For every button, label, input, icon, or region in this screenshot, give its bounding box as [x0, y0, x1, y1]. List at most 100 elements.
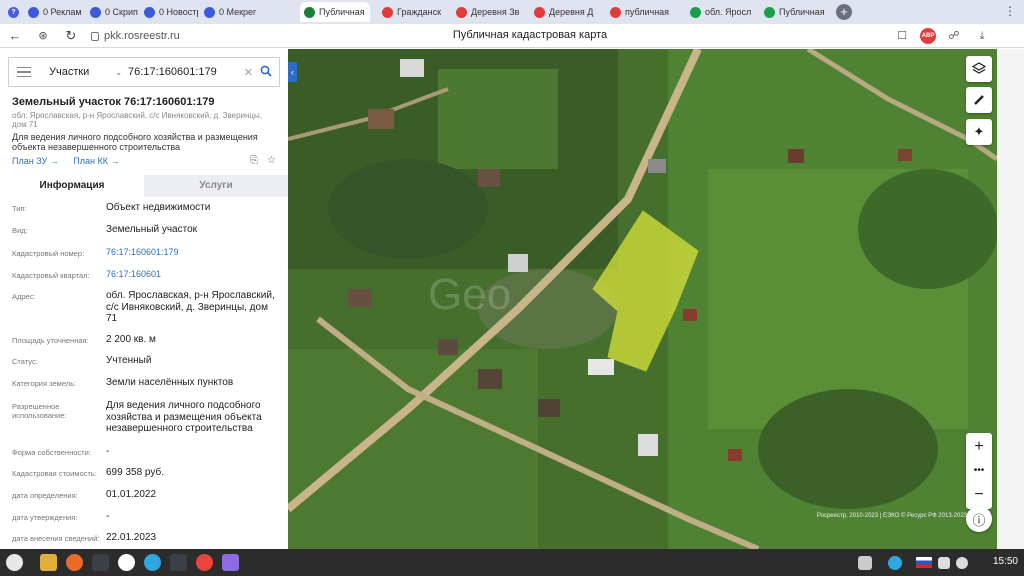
tab-information[interactable]: Информация	[0, 175, 144, 197]
app-icon[interactable]	[170, 554, 187, 571]
star-icon[interactable]: ☆	[267, 155, 276, 166]
yandex-browser-icon[interactable]	[118, 554, 135, 571]
attribute-value: 22.01.2023	[106, 532, 157, 543]
terminal-icon[interactable]	[92, 554, 109, 571]
ruler-icon	[974, 95, 984, 105]
attribute-label: Тип:	[12, 204, 27, 213]
extension-icon[interactable]: ☍	[946, 28, 962, 44]
attribute-label: дата утверждения:	[12, 513, 78, 522]
browser-tab[interactable]: публичная	[606, 2, 682, 22]
search-type-select[interactable]: Участки	[49, 66, 89, 78]
clock: 15:50	[992, 556, 1018, 567]
bookmark-icon[interactable]: ☐	[894, 28, 910, 44]
browser-tab[interactable]: Деревня Зв	[452, 2, 526, 22]
tab-label: Гражданск	[397, 7, 442, 17]
reload-icon[interactable]: ↻	[62, 27, 80, 45]
search-box[interactable]: Участки ⌄ 76:17:160601:179 ✕	[8, 57, 280, 87]
menu-icon[interactable]	[17, 64, 31, 81]
layers-button[interactable]	[966, 56, 992, 82]
attribute-value: Земли населённых пунктов	[106, 377, 234, 388]
attribute-value: 699 358 руб.	[106, 467, 164, 478]
crosshair-icon: ✦	[973, 124, 985, 139]
firefox-icon[interactable]	[66, 554, 83, 571]
tab-label: 0 Реклама	[43, 7, 82, 17]
chrome-icon[interactable]	[196, 554, 213, 571]
browser-tab[interactable]: 0 Мекрег	[200, 2, 292, 22]
info-button[interactable]: ⓘ	[966, 506, 992, 532]
page-scrollbar[interactable]	[997, 49, 1024, 549]
attribute-value[interactable]: 76:17:160601	[106, 269, 278, 281]
browser-tab[interactable]: Деревня Д	[530, 2, 602, 22]
tab-favicon-icon	[144, 6, 155, 18]
map-view[interactable]: Geo Росреестр, 2010-2023 | ЕЭКО © Ресурс…	[288, 49, 997, 549]
browser-tab[interactable]: Публичная	[760, 2, 830, 22]
notes-icon[interactable]	[222, 554, 239, 571]
parcel-purpose: Для ведения личного подсобного хозяйства…	[12, 132, 258, 152]
parcel-title: Земельный участок 76:17:160601:179	[12, 96, 215, 108]
plan-zu-link[interactable]: План ЗУ →	[12, 156, 59, 166]
start-menu-icon[interactable]	[6, 554, 23, 571]
print-icon[interactable]: ⎘	[250, 155, 258, 166]
browser-tab[interactable]: 0 Реклама	[24, 2, 82, 22]
new-tab-button[interactable]: +	[836, 4, 852, 20]
protect-icon[interactable]: ⊛	[34, 27, 52, 45]
attribute-value[interactable]: 76:17:160601:179	[106, 247, 278, 259]
attribute-value: 2 200 кв. м	[106, 334, 156, 345]
attribute-label: дата определения:	[12, 491, 78, 500]
tab-list-icon[interactable]: ⋮	[1004, 4, 1016, 18]
browser-tab[interactable]: Публичная✕	[300, 2, 370, 22]
url-field[interactable]: pkk.rosreestr.ru	[91, 28, 180, 44]
tray-telegram-icon[interactable]	[888, 556, 902, 570]
ruler-button[interactable]	[966, 87, 992, 113]
attribute-value: Учтенный	[106, 355, 152, 366]
browser-tab[interactable]: Гражданск	[378, 2, 448, 22]
attribute-label: Статус:	[12, 357, 38, 366]
tray-window-icon[interactable]	[858, 556, 872, 570]
tab-favicon-icon	[28, 6, 39, 18]
lock-icon	[91, 31, 99, 41]
tab-label: Деревня Д	[549, 7, 594, 17]
zoom-out-icon[interactable]: −	[974, 486, 983, 504]
download-icon[interactable]: ⤓	[974, 28, 990, 44]
tab-label: обл. Яросл	[705, 7, 752, 17]
files-icon[interactable]	[40, 554, 57, 571]
keyboard-layout-icon[interactable]	[916, 557, 932, 568]
tab-favicon-icon	[304, 6, 315, 18]
parcel-info-panel: Участки ⌄ 76:17:160601:179 ✕ Земельный у…	[0, 49, 288, 549]
browser-menu-tab[interactable]: ?	[4, 2, 26, 22]
zoom-in-icon[interactable]: +	[974, 438, 983, 456]
attribute-label: Адрес:	[12, 292, 36, 301]
collapse-panel-button[interactable]: ‹	[288, 62, 297, 82]
zoom-control: + ••• −	[966, 433, 992, 509]
attribute-label: Кадастровый номер:	[12, 249, 85, 258]
page-title: Публичная кадастровая карта	[452, 29, 608, 41]
back-arrow-icon[interactable]: ←	[6, 27, 24, 45]
attribute-label: Площадь уточненная:	[12, 336, 89, 345]
info-icon: ⓘ	[972, 512, 986, 528]
plan-kk-link[interactable]: План КК →	[73, 156, 119, 166]
url-text: pkk.rosreestr.ru	[104, 30, 180, 42]
tab-favicon-icon	[90, 6, 101, 18]
chevron-down-icon[interactable]: ⌄	[115, 68, 122, 77]
volume-icon[interactable]	[938, 557, 950, 569]
clear-icon[interactable]: ✕	[244, 66, 253, 79]
os-taskbar: 15:50	[0, 549, 1024, 576]
attribute-label: Кадастровый квартал:	[12, 271, 90, 280]
attribute-value: обл. Ярославская, р-н Ярославский, с/с И…	[106, 290, 275, 324]
tab-services[interactable]: Услуги	[144, 175, 288, 197]
browser-tab[interactable]: 0 Скрипты	[86, 2, 138, 22]
tab-favicon-icon	[690, 6, 701, 18]
search-icon[interactable]	[260, 65, 272, 77]
address-bar: ← ⊛ ↻ pkk.rosreestr.ru Публичная кадастр…	[0, 24, 1024, 48]
locate-button[interactable]: ✦	[966, 119, 992, 145]
browser-tab[interactable]: обл. Яросл	[686, 2, 756, 22]
adblock-icon[interactable]: ABP	[920, 28, 936, 44]
tab-label: 0 Скрипты	[105, 7, 138, 17]
browser-tab[interactable]: 0 Новостройки	[140, 2, 198, 22]
brightness-icon[interactable]	[956, 557, 968, 569]
browser-tab-strip: ? 0 Реклама 0 Скрипты 0 Новостройки 0 Мекре…	[0, 0, 1024, 24]
attribute-value: Объект недвижимости	[106, 202, 211, 213]
telegram-icon[interactable]	[144, 554, 161, 571]
zoom-level-icon[interactable]: •••	[974, 465, 985, 476]
search-input[interactable]: 76:17:160601:179	[128, 66, 217, 78]
